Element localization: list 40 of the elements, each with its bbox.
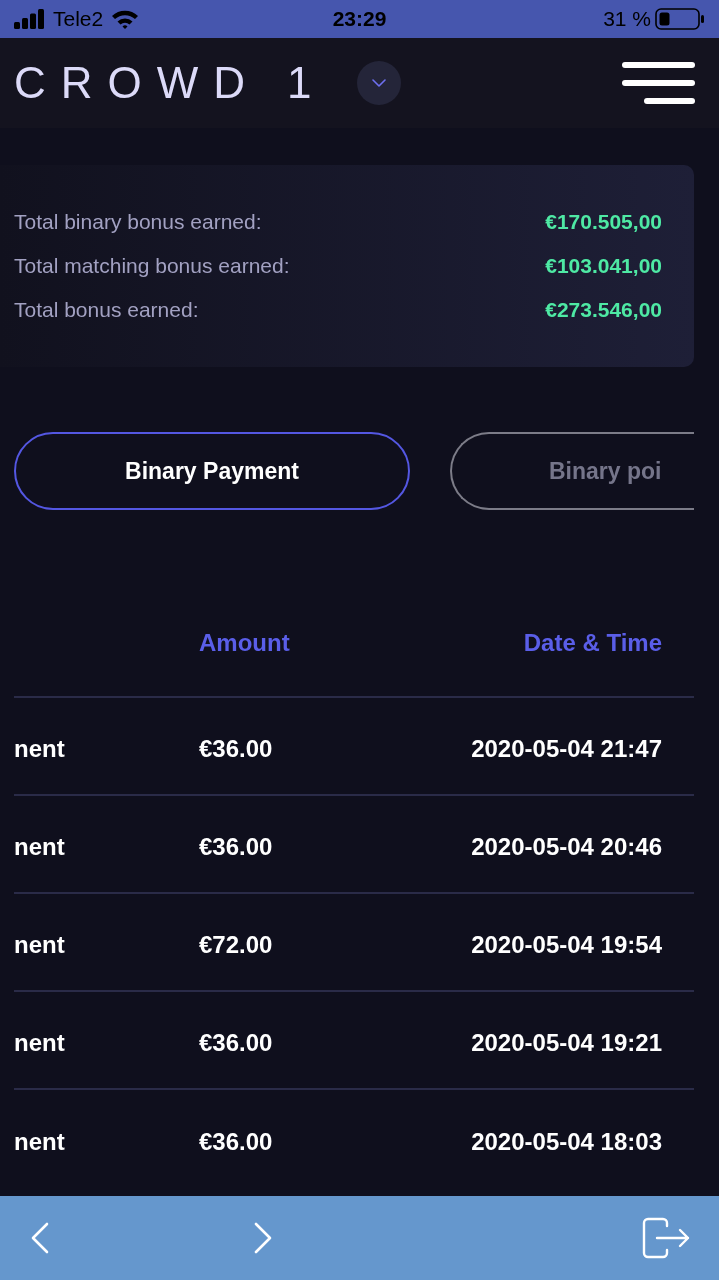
- tab[interactable]: Binary Payment: [14, 432, 410, 510]
- menu-button[interactable]: [622, 62, 695, 104]
- exit-button[interactable]: [641, 1217, 691, 1259]
- table-cell-text: 2020-05-04 20:46: [471, 832, 662, 862]
- table-cell: €72.00: [199, 931, 273, 958]
- chevron-left-icon: [31, 1222, 49, 1254]
- summary-value: €170.505,00: [545, 209, 662, 236]
- table-cell: €36.00: [199, 1128, 273, 1155]
- table-cell: nent: [14, 931, 65, 958]
- chevron-right-icon: [254, 1222, 272, 1254]
- summary-value: €103.041,00: [545, 253, 662, 280]
- menu-icon: [622, 62, 695, 104]
- summary-label: Total binary bonus earned:: [14, 209, 262, 236]
- battery-icon: [655, 8, 705, 30]
- table-cell: €36.00: [199, 1029, 273, 1056]
- exit-icon: [641, 1217, 691, 1259]
- table-cell-text: 2020-05-04 19:21: [471, 1028, 662, 1058]
- summary-label: Total bonus earned:: [14, 297, 199, 324]
- wifi-icon: [111, 9, 140, 29]
- battery-percent: 31 %: [603, 6, 651, 33]
- chevron-down-icon: [371, 79, 386, 87]
- table-cell-text: 2020-05-04 18:03: [471, 1127, 662, 1157]
- summary-value: €273.546,00: [545, 297, 662, 324]
- table-cell: nent: [14, 1029, 65, 1056]
- summary-label: Total matching bonus earned:: [14, 253, 290, 280]
- table-cell: nent: [14, 735, 65, 762]
- column-header: Amount: [199, 629, 290, 656]
- dropdown-button[interactable]: [356, 61, 401, 105]
- tab[interactable]: Binary poi: [450, 432, 694, 510]
- table-cell-text: 2020-05-04 21:47: [471, 734, 662, 764]
- signal-icon: [14, 9, 45, 29]
- table-cell: €36.00: [199, 735, 273, 762]
- table-cell: nent: [14, 1128, 65, 1155]
- brand-logo[interactable]: CROWD 1: [14, 61, 327, 105]
- carrier-name: Tele2: [53, 6, 104, 33]
- table-cell: nent: [14, 833, 65, 860]
- clock-time: 23:29: [332, 6, 387, 33]
- table-cell: €36.00: [199, 833, 273, 860]
- table-cell-text: 2020-05-04 19:54: [471, 930, 662, 960]
- column-header: Date & Time: [523, 628, 662, 658]
